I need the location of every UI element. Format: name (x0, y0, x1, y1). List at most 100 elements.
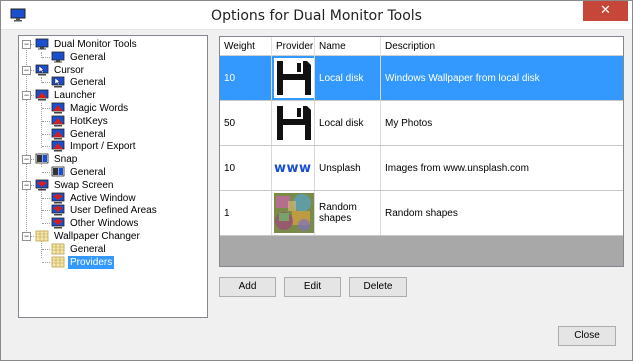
tree-connector (42, 172, 50, 173)
tree-item-general[interactable]: General (51, 243, 108, 256)
cursor-monitor-icon (35, 64, 49, 76)
swap-screen-icon (51, 204, 65, 216)
tree-item-label: Cursor (54, 64, 85, 76)
title-bar[interactable]: Options for Dual Monitor Tools ✕ (1, 1, 632, 30)
grid-row[interactable]: 1 Random shapes Random shapes (220, 191, 623, 236)
collapse-toggle-icon[interactable]: − (22, 40, 31, 49)
name-cell: Unsplash (315, 146, 381, 190)
tree-item-label: General (70, 51, 106, 63)
add-button[interactable]: Add (219, 277, 276, 297)
tree-item-snap[interactable]: Snap (35, 153, 79, 166)
window-close-button[interactable]: ✕ (583, 1, 628, 21)
options-tree[interactable]: Dual Monitor Tools − General Cursor − General… (18, 35, 208, 318)
random-shapes-icon (274, 193, 314, 233)
weight-cell: 1 (220, 191, 272, 235)
tree-item-general[interactable]: General (51, 166, 108, 179)
tree-item-cursor[interactable]: Cursor (35, 64, 86, 77)
swap-screen-icon (35, 179, 49, 191)
monitor-icon (35, 38, 49, 50)
column-header-provider[interactable]: Provider (272, 37, 315, 56)
grid-row[interactable]: 10 www Unsplash Images from www.unsplash… (220, 146, 623, 191)
collapse-toggle-icon[interactable]: − (22, 65, 31, 75)
name-cell: Local disk (315, 101, 381, 145)
collapse-toggle-icon[interactable]: − (22, 91, 31, 101)
www-icon: www (274, 160, 312, 176)
wallpaper-icon (51, 243, 65, 255)
tree-item-label: Magic Words (70, 103, 129, 114)
tree-item-wallpaper-changer[interactable]: Wallpaper Changer (35, 230, 142, 243)
tree-item-user-defined-areas[interactable]: User Defined Areas (51, 204, 159, 217)
tree-connector (42, 146, 50, 148)
window-title: Options for Dual Monitor Tools (211, 8, 422, 24)
tree-item-hotkeys[interactable]: HotKeys (51, 115, 110, 128)
tree-item-other-windows[interactable]: Other Windows (51, 217, 140, 230)
providers-grid[interactable]: Weight Provider Name Description 10 Loca… (219, 36, 624, 267)
tree-item-label: User Defined Areas (70, 205, 157, 217)
tree-item-label: HotKeys (70, 115, 108, 127)
tree-item-import-export[interactable]: Import / Export (51, 140, 138, 153)
tree-connector (42, 223, 50, 225)
floppy-disk-icon (274, 58, 314, 98)
collapse-toggle-icon[interactable]: − (22, 155, 31, 165)
tree-item-swap-screen[interactable]: Swap Screen (35, 179, 115, 192)
launcher-icon (51, 102, 65, 114)
tree-item-magic-words[interactable]: Magic Words (51, 102, 130, 115)
provider-cell (272, 56, 315, 100)
tree-connector (42, 248, 50, 250)
launcher-icon (35, 89, 49, 101)
launcher-icon (51, 128, 65, 140)
tree-item-active-window[interactable]: Active Window (51, 192, 138, 205)
column-header-description[interactable]: Description (381, 37, 623, 56)
tree-root-line (26, 46, 27, 239)
tree-connector (42, 82, 50, 84)
provider-cell (272, 191, 315, 235)
description-cell: Random shapes (385, 207, 458, 219)
tree-item-label: General (70, 128, 106, 140)
tree-item-general[interactable]: General (51, 51, 108, 64)
tree-branch-line (41, 103, 42, 148)
tree-branch-line (41, 187, 42, 219)
tree-item-label: Providers (68, 255, 115, 269)
delete-button[interactable]: Delete (349, 277, 407, 297)
tree-item-label: Wallpaper Changer (54, 231, 140, 242)
tree-connector (42, 120, 50, 122)
column-header-weight[interactable]: Weight (220, 37, 272, 56)
tree-item-label: Dual Monitor Tools (54, 39, 137, 50)
weight-cell: 10 (220, 146, 272, 190)
swap-screen-icon (51, 192, 65, 204)
collapse-toggle-icon[interactable]: − (22, 180, 31, 190)
grid-row[interactable]: 10 Local disk Windows Wallpaper from loc… (220, 56, 623, 101)
wallpaper-icon (51, 256, 65, 268)
weight-cell: 50 (220, 101, 272, 145)
tree-item-providers[interactable]: Providers (51, 255, 115, 269)
tree-item-label: General (70, 167, 106, 178)
tree-item-general[interactable]: General (51, 76, 108, 89)
launcher-icon (51, 140, 65, 152)
edit-button[interactable]: Edit (284, 277, 341, 297)
column-header-name[interactable]: Name (315, 37, 381, 56)
tree-item-launcher[interactable]: Launcher (35, 89, 98, 102)
snap-icon (35, 153, 49, 165)
floppy-disk-icon (274, 103, 314, 143)
name-cell: Local disk (315, 56, 381, 100)
tree-connector (42, 108, 50, 109)
options-window: Options for Dual Monitor Tools ✕ Dual Mo… (0, 0, 633, 361)
provider-cell: www (272, 146, 315, 190)
cursor-monitor-icon (51, 76, 65, 88)
snap-icon (51, 166, 65, 178)
grid-row[interactable]: 50 Local disk My Photos (220, 101, 623, 146)
tree-connector (42, 56, 50, 58)
weight-cell: 10 (220, 56, 272, 100)
launcher-icon (51, 115, 65, 127)
tree-item-dual-monitor-tools[interactable]: Dual Monitor Tools (35, 38, 139, 51)
tree-connector (42, 261, 50, 263)
tree-item-label: General (70, 77, 106, 89)
monitor-small-icon (51, 51, 65, 63)
tree-item-label: Import / Export (70, 141, 136, 153)
close-button[interactable]: Close (558, 326, 616, 346)
tree-item-general[interactable]: General (51, 128, 108, 141)
collapse-toggle-icon[interactable]: − (22, 232, 31, 241)
tree-connector (42, 197, 50, 199)
tree-item-label: Snap (54, 154, 78, 166)
description-cell: My Photos (385, 117, 433, 129)
